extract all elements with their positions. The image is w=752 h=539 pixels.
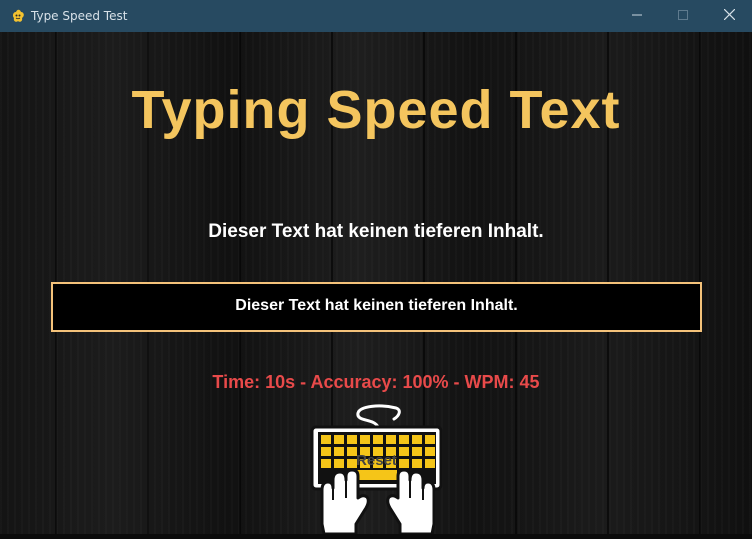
minimize-icon bbox=[632, 9, 642, 23]
results-line: Time: 10s - Accuracy: 100% - WPM: 45 bbox=[212, 372, 540, 392]
pygame-snake-icon bbox=[10, 8, 26, 24]
maximize-icon bbox=[678, 9, 688, 23]
keyboard-key bbox=[334, 435, 344, 444]
keyboard-key bbox=[373, 435, 383, 444]
keyboard-key bbox=[347, 435, 357, 444]
typing-input[interactable]: Dieser Text hat keinen tieferen Inhalt. bbox=[51, 282, 702, 332]
minimize-button[interactable] bbox=[614, 0, 660, 32]
keyboard-key bbox=[425, 435, 435, 444]
target-sentence: Dieser Text hat keinen tieferen Inhalt. bbox=[208, 221, 544, 242]
keyboard-key bbox=[412, 435, 422, 444]
close-button[interactable] bbox=[706, 0, 752, 32]
page-title: Typing Speed Text bbox=[131, 80, 621, 140]
typing-input-value: Dieser Text hat keinen tieferen Inhalt. bbox=[235, 297, 518, 314]
keyboard-key bbox=[399, 435, 409, 444]
close-icon bbox=[723, 8, 735, 23]
window-titlebar[interactable]: Type Speed Test bbox=[0, 0, 752, 32]
keyboard-key bbox=[321, 435, 331, 444]
keyboard-key bbox=[360, 435, 370, 444]
reset-button-label: Reset bbox=[356, 452, 397, 469]
keyboard-key bbox=[386, 435, 396, 444]
window-title: Type Speed Test bbox=[31, 9, 128, 23]
maximize-button[interactable] bbox=[660, 0, 706, 32]
